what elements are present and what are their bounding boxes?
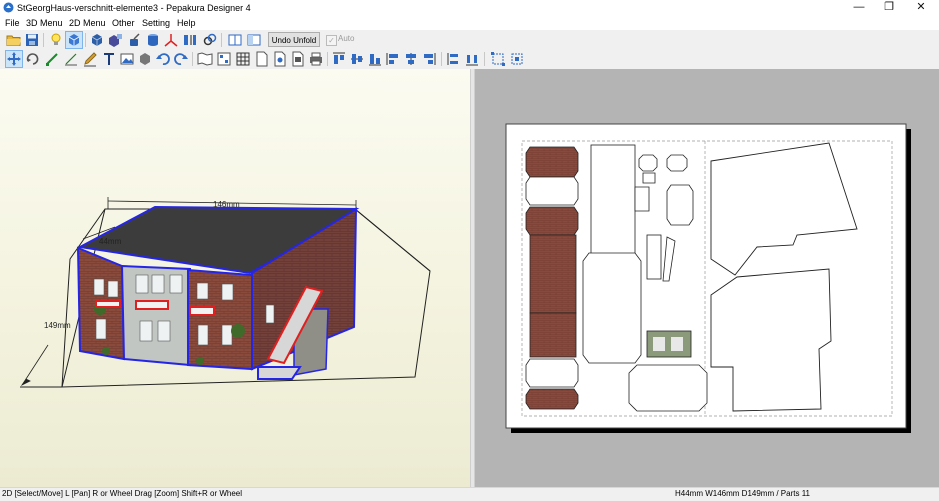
2d-unfold-canvas[interactable] [475,69,939,487]
group-select-icon[interactable] [509,51,525,67]
single-view-icon[interactable] [227,32,243,48]
cube-view-icon[interactable] [65,31,83,49]
close-button[interactable]: ✕ [906,0,936,16]
align-top-icon[interactable] [331,51,347,67]
align-bottom-icon[interactable] [367,51,383,67]
status-hint: 2D [Select/Move] L [Pan] R or Wheel Drag… [2,489,243,498]
page-settings-icon[interactable] [272,51,288,67]
front-step [257,366,302,380]
print-icon[interactable] [308,51,324,67]
edge-split-icon[interactable] [182,32,198,48]
3d-view-panel[interactable]: 146mm 44mm 149mm [0,69,470,487]
toolbar-top: Undo Unfold ✓ Auto [0,31,939,49]
select-move-icon[interactable] [5,50,23,68]
facade-strip [525,146,579,410]
distribute-vertical-icon[interactable] [446,51,462,67]
2d-view-panel[interactable] [475,69,939,487]
dimension-width-label: 146mm [213,200,240,209]
rotate-part-icon[interactable] [25,51,41,67]
redo-icon[interactable] [173,51,189,67]
box-tool-icon[interactable] [137,51,153,67]
edit-line-icon[interactable] [63,51,79,67]
window-title: StGeorgHaus-verschnitt-elemente3 - Pepak… [17,3,251,13]
texture-cube-icon[interactable] [89,32,105,48]
auto-checkbox[interactable]: ✓ [326,35,337,46]
align-right-icon[interactable] [421,51,437,67]
print-preview-icon[interactable] [290,51,306,67]
save-icon[interactable] [24,32,40,48]
maximize-button[interactable]: ❐ [874,0,904,16]
light-bulb-icon[interactable] [48,32,64,48]
unfold-cube-icon[interactable] [107,32,123,48]
pencil-icon[interactable] [82,51,98,67]
undo-unfold-button[interactable]: Undo Unfold [268,32,320,47]
menu-file[interactable]: File [5,17,20,29]
fit-selection-icon[interactable] [490,51,506,67]
auto-label: Auto [338,34,355,43]
app-icon [3,2,14,13]
menu-setting[interactable]: Setting [142,17,170,29]
align-center-icon[interactable] [403,51,419,67]
page-layout-icon[interactable] [216,51,232,67]
open-folder-icon[interactable] [6,32,22,48]
status-dimensions: H44mm W146mm D149mm / Parts 11 [675,489,810,498]
menu-2d[interactable]: 2D Menu [69,17,106,29]
distribute-horizontal-icon[interactable] [464,51,480,67]
page-icon[interactable] [254,51,270,67]
dimension-height-label: 44mm [99,237,122,246]
cylinder-icon[interactable] [145,32,161,48]
dimension-depth-label: 149mm [44,321,71,330]
undo-icon[interactable] [155,51,171,67]
3d-model-canvas[interactable] [0,69,470,487]
title-bar: StGeorgHaus-verschnitt-elemente3 - Pepak… [0,0,939,16]
minimize-button[interactable]: — [844,0,874,16]
join-edge-icon[interactable] [44,51,60,67]
status-bar: 2D [Select/Move] L [Pan] R or Wheel Drag… [0,487,939,501]
menu-other[interactable]: Other [112,17,135,29]
image-tool-icon[interactable] [119,51,135,67]
menu-3d[interactable]: 3D Menu [26,17,63,29]
align-middle-icon[interactable] [349,51,365,67]
menu-bar: File 3D Menu 2D Menu Other Setting Help [0,16,939,30]
axis-icon[interactable] [163,32,179,48]
grid-icon[interactable] [235,51,251,67]
align-left-icon[interactable] [385,51,401,67]
split-view-icon[interactable] [246,32,262,48]
link-icon[interactable] [202,32,218,48]
text-tool-icon[interactable] [101,51,117,67]
map-icon[interactable] [197,51,213,67]
paint-icon[interactable] [127,32,143,48]
toolbar-bottom [0,50,939,68]
menu-help[interactable]: Help [177,17,196,29]
